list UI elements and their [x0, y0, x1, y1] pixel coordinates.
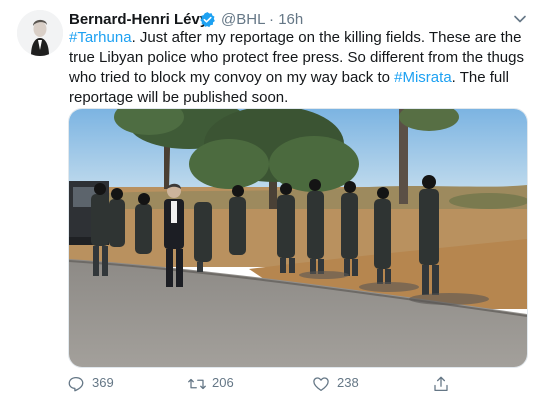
tweet-time[interactable]: 16h — [278, 11, 303, 28]
tweet-actions: 369 206 238 — [67, 374, 467, 394]
author-handle[interactable]: @BHL — [221, 11, 265, 28]
tweet-header: Bernard-Henri Lévy @BHL · 16h — [69, 10, 529, 30]
chevron-down-icon[interactable] — [513, 12, 527, 26]
avatar-portrait — [17, 10, 63, 56]
heart-icon — [313, 377, 329, 392]
author-name[interactable]: Bernard-Henri Lévy — [69, 11, 208, 28]
photo-scene — [69, 109, 527, 367]
avatar[interactable] — [17, 10, 63, 56]
verified-badge-icon — [199, 11, 216, 28]
separator-dot: · — [269, 11, 275, 28]
retweet-count: 206 — [212, 375, 234, 390]
author-handle-time: @BHL · 16h — [221, 11, 303, 28]
retweet-icon — [188, 378, 206, 390]
tweet-photo[interactable] — [68, 108, 528, 368]
reply-icon — [68, 376, 84, 392]
hashtag-tarhuna[interactable]: #Tarhuna — [69, 29, 132, 46]
hashtag-misrata[interactable]: #Misrata — [394, 69, 452, 86]
tweet-card[interactable]: Bernard-Henri Lévy @BHL · 16h #Tarhuna. … — [0, 0, 540, 404]
like-count: 238 — [337, 375, 359, 390]
share-icon — [434, 376, 448, 392]
tweet-text: #Tarhuna. Just after my reportage on the… — [69, 28, 531, 108]
reply-count: 369 — [92, 375, 114, 390]
